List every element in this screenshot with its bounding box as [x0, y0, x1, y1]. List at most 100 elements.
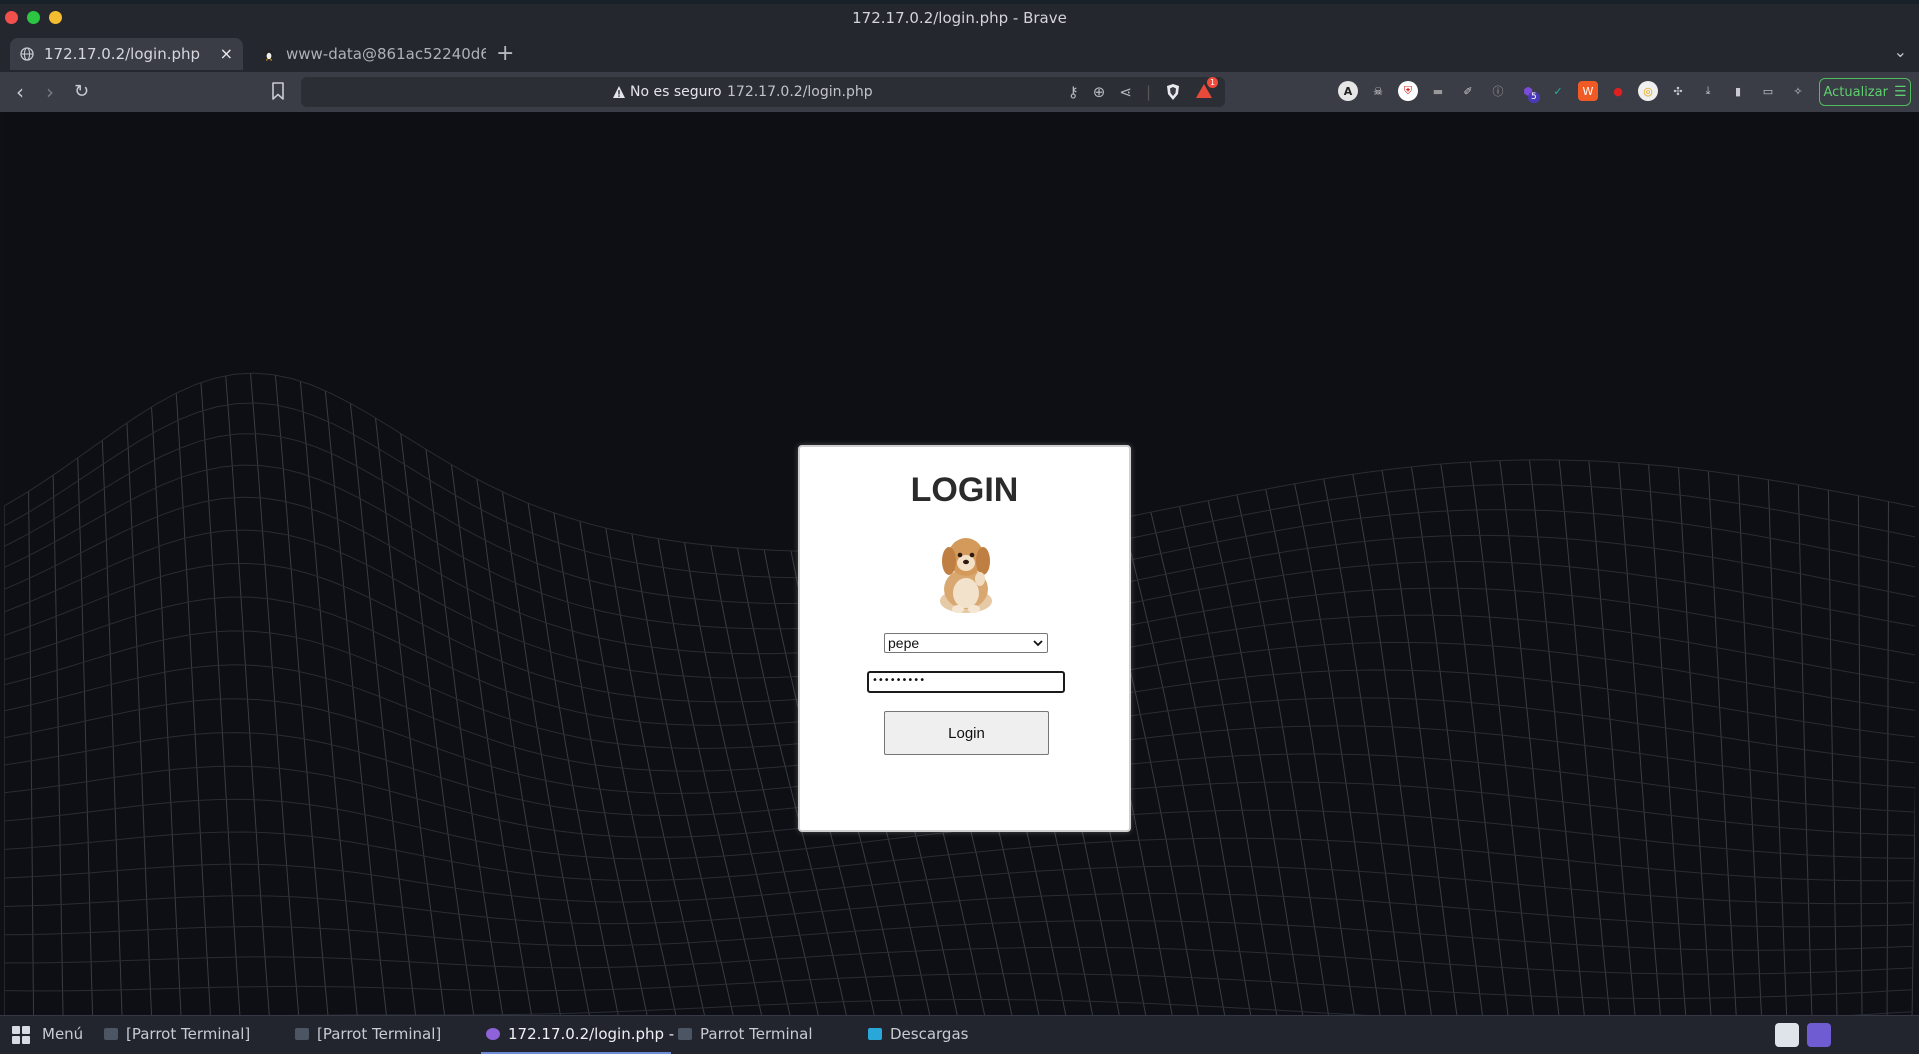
tray-app-icon[interactable]	[1775, 1023, 1799, 1047]
mesh-line	[250, 373, 300, 1015]
mesh-line	[225, 375, 270, 1015]
sidebar-toggle-icon[interactable]: ▮	[1728, 81, 1748, 101]
cookie-extension-icon[interactable]: ✐	[1458, 81, 1478, 101]
taskbar-item-descargas[interactable]: Descargas	[868, 1025, 968, 1043]
mesh-line	[126, 422, 153, 1015]
mesh-line	[101, 440, 123, 1015]
chevron-down-icon	[1033, 634, 1043, 658]
mesh-line	[1857, 495, 1863, 1015]
top-strip	[0, 0, 1919, 4]
mesh-line	[1558, 459, 1611, 1015]
mesh-line	[1323, 478, 1407, 1015]
mesh-line	[1911, 771, 1915, 1015]
terminal-icon	[678, 1028, 692, 1040]
login-button[interactable]: Login	[884, 711, 1049, 755]
reload-button[interactable]: ↻	[74, 81, 89, 102]
wallet-icon[interactable]: ▭	[1758, 81, 1778, 101]
bookmark-icon[interactable]	[270, 82, 286, 100]
warning-icon	[613, 86, 625, 98]
security-status[interactable]: No es seguro	[630, 84, 722, 100]
mesh-line	[1207, 500, 1304, 1015]
mesh-line	[1410, 466, 1483, 1015]
hat-extension-icon[interactable]: ▬	[1428, 81, 1448, 101]
taskbar-item-label: [Parrot Terminal]	[317, 1025, 442, 1043]
taskbar-item-label: Parrot Terminal	[700, 1025, 813, 1043]
hexagon-extension-icon[interactable]: ⬢ 5	[1518, 81, 1540, 103]
mesh-line	[1150, 512, 1252, 1015]
terminal-icon	[295, 1028, 309, 1040]
forward-button[interactable]: ›	[46, 80, 54, 104]
hamburger-menu-icon: ☰	[1893, 84, 1907, 100]
mesh-line	[1499, 460, 1560, 1015]
new-tab-button[interactable]: +	[496, 41, 514, 66]
mesh-line	[1122, 517, 1226, 1015]
extension-badge: 5	[1528, 92, 1540, 103]
user-select-value: pepe	[888, 635, 920, 651]
mesh-line	[527, 503, 619, 1015]
mesh-line	[274, 374, 329, 1015]
address-bar-actions: ⚷ ⊕ ⋖ | 1	[1068, 77, 1219, 103]
window-titlebar: 172.17.0.2/login.php - Brave	[0, 0, 1919, 38]
taskbar-menu-button[interactable]: Menú	[42, 1025, 83, 1043]
url-text[interactable]: 172.17.0.2/login.php	[727, 84, 873, 100]
password-field[interactable]: •••••••••	[867, 671, 1065, 693]
terminal-icon	[104, 1028, 118, 1040]
download-icon[interactable]: ⤓	[1698, 81, 1718, 101]
taskbar-item-terminal-1[interactable]: [Parrot Terminal]	[104, 1025, 250, 1043]
leo-ai-icon[interactable]: ✧	[1788, 81, 1808, 101]
app-menu-grid-icon[interactable]	[12, 1026, 30, 1044]
ninja-extension-icon[interactable]: ☠	[1368, 81, 1388, 101]
taskbar-item-label: 172.17.0.2/login.php - ...	[508, 1025, 694, 1043]
tab-close-icon[interactable]: ×	[220, 44, 233, 63]
mesh-line	[1179, 506, 1278, 1015]
desktop-screen: 172.17.0.2/login.php - Brave 172.17.0.2/…	[0, 0, 1919, 1054]
taskbar-item-terminal-2[interactable]: [Parrot Terminal]	[295, 1025, 441, 1043]
tab-title: 172.17.0.2/login.php	[44, 45, 201, 63]
tab-list-chevron-icon[interactable]: ⌄	[1894, 42, 1907, 61]
mesh-line	[1440, 464, 1509, 1015]
mesh-line	[4, 946, 1913, 975]
globe-icon	[20, 47, 34, 61]
tux-icon	[265, 50, 273, 61]
mesh-line	[1265, 489, 1355, 1015]
info-extension-icon[interactable]: ⓘ	[1488, 81, 1508, 101]
check-extension-icon[interactable]: ✓	[1548, 81, 1568, 101]
adblock-extension-icon[interactable]: A	[1338, 81, 1358, 101]
notification-badge: 1	[1207, 77, 1219, 88]
circle-extension-icon[interactable]: ◎	[1638, 81, 1658, 101]
mesh-line	[151, 406, 182, 1015]
tab-title: www-data@861ac52240d6:	[286, 45, 486, 63]
update-button[interactable]: Actualizar ☰	[1819, 78, 1911, 106]
mesh-line	[1886, 501, 1889, 1015]
mesh-line	[28, 491, 35, 1015]
browser-toolbar: ‹ › ↻ No es seguro 172.17.0.2/login.php …	[0, 72, 1919, 112]
tab-login-php[interactable]: 172.17.0.2/login.php ×	[10, 38, 243, 70]
mesh-line	[77, 457, 94, 1015]
mesh-line	[425, 449, 504, 1015]
login-card: LOGIN pepe ••••••••• Login	[798, 445, 1131, 832]
key-icon[interactable]: ⚷	[1068, 83, 1079, 103]
share-icon[interactable]: ⋖	[1119, 83, 1132, 103]
address-bar[interactable]: No es seguro 172.17.0.2/login.php ⚷ ⊕ ⋖ …	[301, 77, 1225, 107]
tray-brave-icon[interactable]	[1807, 1023, 1831, 1047]
mesh-line	[1648, 464, 1687, 1015]
back-button[interactable]: ‹	[16, 80, 24, 104]
mesh-line	[1827, 490, 1838, 1015]
mesh-line	[286, 999, 1913, 1015]
brave-shields-icon[interactable]	[1165, 83, 1181, 101]
brave-rewards-icon[interactable]: 1	[1195, 77, 1219, 103]
drop-extension-icon[interactable]: ●	[1608, 81, 1628, 101]
tab-terminal[interactable]: www-data@861ac52240d6:	[252, 38, 486, 70]
user-select[interactable]: pepe	[884, 633, 1048, 653]
mesh-line	[476, 478, 561, 1015]
mesh-line	[1707, 470, 1737, 1015]
brave-icon	[486, 1028, 500, 1040]
ublock-extension-icon[interactable]: ⛨	[1398, 81, 1418, 101]
taskbar-item-brave[interactable]: 172.17.0.2/login.php - ...	[486, 1025, 693, 1043]
taskbar-item-parrot-terminal[interactable]: Parrot Terminal	[678, 1025, 813, 1043]
puzzle-extensions-icon[interactable]: ✣	[1668, 81, 1688, 101]
dog-image	[940, 538, 992, 613]
wappalyzer-extension-icon[interactable]: W	[1578, 81, 1598, 101]
taskbar-menu-label: Menú	[42, 1025, 84, 1043]
zoom-icon[interactable]: ⊕	[1093, 83, 1106, 103]
